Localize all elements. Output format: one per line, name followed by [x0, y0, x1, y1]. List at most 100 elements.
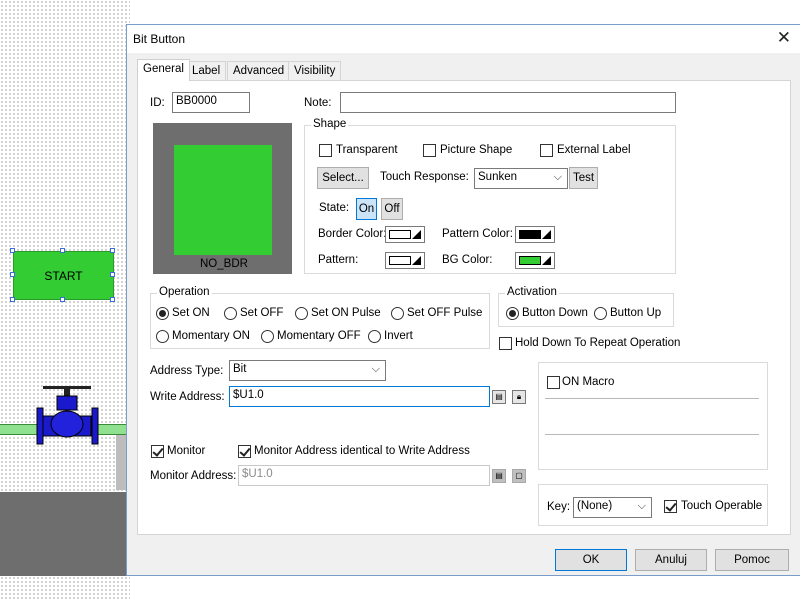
external-label-label: External Label — [557, 144, 631, 156]
write-address-input[interactable]: $U1.0 — [229, 386, 490, 407]
close-icon[interactable]: ✕ — [777, 28, 791, 48]
picture-shape-label: Picture Shape — [440, 144, 513, 156]
set-off-radio[interactable] — [224, 307, 237, 320]
monitor-checkbox[interactable] — [151, 445, 164, 458]
selection-handle[interactable] — [10, 248, 15, 253]
note-label: Note: — [304, 97, 332, 109]
address-type-select[interactable]: Bit ⌵ — [229, 360, 386, 381]
set-off-pulse-label: Set OFF Pulse — [407, 307, 483, 319]
dialog-titlebar[interactable]: Bit Button ✕ — [127, 25, 800, 53]
invert-label: Invert — [384, 330, 413, 342]
momentary-on-radio[interactable] — [156, 330, 169, 343]
monitor-identical-checkbox[interactable] — [238, 445, 251, 458]
shape-preview: NO_BDR — [153, 123, 292, 274]
tab-advanced[interactable]: Advanced — [227, 61, 291, 81]
transparent-label: Transparent — [336, 144, 398, 156]
touch-response-label: Touch Response: — [380, 171, 469, 183]
tab-label[interactable]: Label — [186, 61, 227, 81]
hold-down-checkbox[interactable] — [499, 337, 512, 350]
selection-handle[interactable] — [110, 297, 115, 302]
selection-handle[interactable] — [10, 272, 15, 277]
set-off-pulse-radio[interactable] — [391, 307, 404, 320]
address-type-label: Address Type: — [150, 365, 224, 377]
state-off-button[interactable]: Off — [381, 198, 403, 220]
note-input[interactable] — [340, 92, 676, 113]
shape-group-title: Shape — [311, 118, 349, 130]
selection-handle[interactable] — [10, 297, 15, 302]
operation-group-title: Operation — [157, 286, 212, 298]
preview-fill — [174, 145, 272, 255]
touch-operable-label: Touch Operable — [681, 500, 763, 512]
selection-handle[interactable] — [110, 248, 115, 253]
momentary-off-label: Momentary OFF — [277, 330, 361, 342]
set-on-radio[interactable] — [156, 307, 169, 320]
address-book-icon[interactable]: ▤ — [492, 390, 506, 404]
lock-icon[interactable]: 🔒︎ — [512, 390, 526, 404]
pattern-swatch — [389, 256, 411, 265]
tab-visibility[interactable]: Visibility — [288, 61, 342, 81]
external-label-checkbox[interactable] — [540, 144, 553, 157]
selection-handle[interactable] — [60, 248, 65, 253]
pattern-color-swatch — [519, 230, 541, 239]
preview-caption: NO_BDR — [200, 258, 248, 270]
selection-handle[interactable] — [60, 297, 65, 302]
chevron-down-icon: ⌵ — [553, 171, 562, 183]
activation-group-title: Activation — [505, 286, 559, 298]
lock-icon: ▢ — [512, 469, 526, 483]
key-box: Key: (None) ⌵ Touch Operable — [538, 484, 768, 526]
picture-shape-checkbox[interactable] — [423, 144, 436, 157]
dialog-title: Bit Button — [133, 32, 186, 46]
bg-color-swatch — [519, 256, 541, 265]
pattern-color-label: Pattern Color: — [442, 228, 513, 240]
state-label: State: — [319, 202, 350, 214]
key-label: Key: — [547, 501, 571, 513]
macro-divider — [545, 398, 759, 399]
bg-color-picker[interactable] — [515, 252, 555, 269]
hold-down-label: Hold Down To Repeat Operation — [515, 337, 681, 349]
button-down-label: Button Down — [522, 307, 588, 319]
id-input[interactable]: BB0000 — [172, 92, 250, 113]
operation-group: Operation Set ON Set OFF Set ON Pulse Se… — [150, 286, 490, 349]
pattern-label: Pattern: — [318, 254, 359, 266]
help-button[interactable]: Pomoc — [715, 549, 789, 571]
transparent-checkbox[interactable] — [319, 144, 332, 157]
border-color-picker[interactable] — [385, 226, 425, 243]
chevron-down-icon: ⌵ — [637, 500, 646, 512]
set-off-label: Set OFF — [240, 307, 284, 319]
pattern-picker[interactable] — [385, 252, 425, 269]
on-macro-label: ON Macro — [562, 376, 615, 388]
button-up-radio[interactable] — [594, 307, 607, 320]
valve-icon[interactable] — [35, 386, 100, 446]
momentary-off-radio[interactable] — [261, 330, 274, 343]
macro-divider — [545, 434, 759, 435]
test-button[interactable]: Test — [569, 167, 598, 189]
touch-operable-checkbox[interactable] — [664, 500, 677, 513]
invert-radio[interactable] — [368, 330, 381, 343]
button-up-label: Button Up — [610, 307, 662, 319]
bit-button-dialog: Bit Button ✕ General Label Advanced Visi… — [126, 24, 800, 576]
monitor-address-input[interactable]: $U1.0 — [238, 465, 490, 486]
on-macro-box: ON Macro — [538, 362, 768, 470]
general-panel: ID: BB0000 Note: NO_BDR Shape Transparen… — [137, 80, 791, 535]
tab-general[interactable]: General — [137, 59, 190, 81]
selection-handle[interactable] — [110, 272, 115, 277]
state-on-button[interactable]: On — [356, 198, 377, 220]
start-button-label: START — [44, 268, 83, 283]
set-on-pulse-radio[interactable] — [295, 307, 308, 320]
monitor-address-label: Monitor Address: — [150, 470, 237, 482]
chevron-down-icon: ⌵ — [371, 363, 380, 375]
set-on-label: Set ON — [172, 307, 210, 319]
key-select[interactable]: (None) ⌵ — [573, 497, 652, 518]
border-color-label: Border Color: — [318, 228, 387, 240]
momentary-on-label: Momentary ON — [172, 330, 250, 342]
on-macro-checkbox[interactable] — [547, 376, 560, 389]
id-label: ID: — [150, 97, 165, 109]
button-down-radio[interactable] — [506, 307, 519, 320]
pattern-color-picker[interactable] — [515, 226, 555, 243]
cancel-button[interactable]: Anuluj — [635, 549, 707, 571]
select-shape-button[interactable]: Select... — [317, 167, 369, 189]
ok-button[interactable]: OK — [555, 549, 627, 571]
touch-response-select[interactable]: Sunken ⌵ — [474, 168, 568, 189]
start-bit-button[interactable]: START — [13, 251, 114, 300]
write-address-label: Write Address: — [150, 391, 225, 403]
